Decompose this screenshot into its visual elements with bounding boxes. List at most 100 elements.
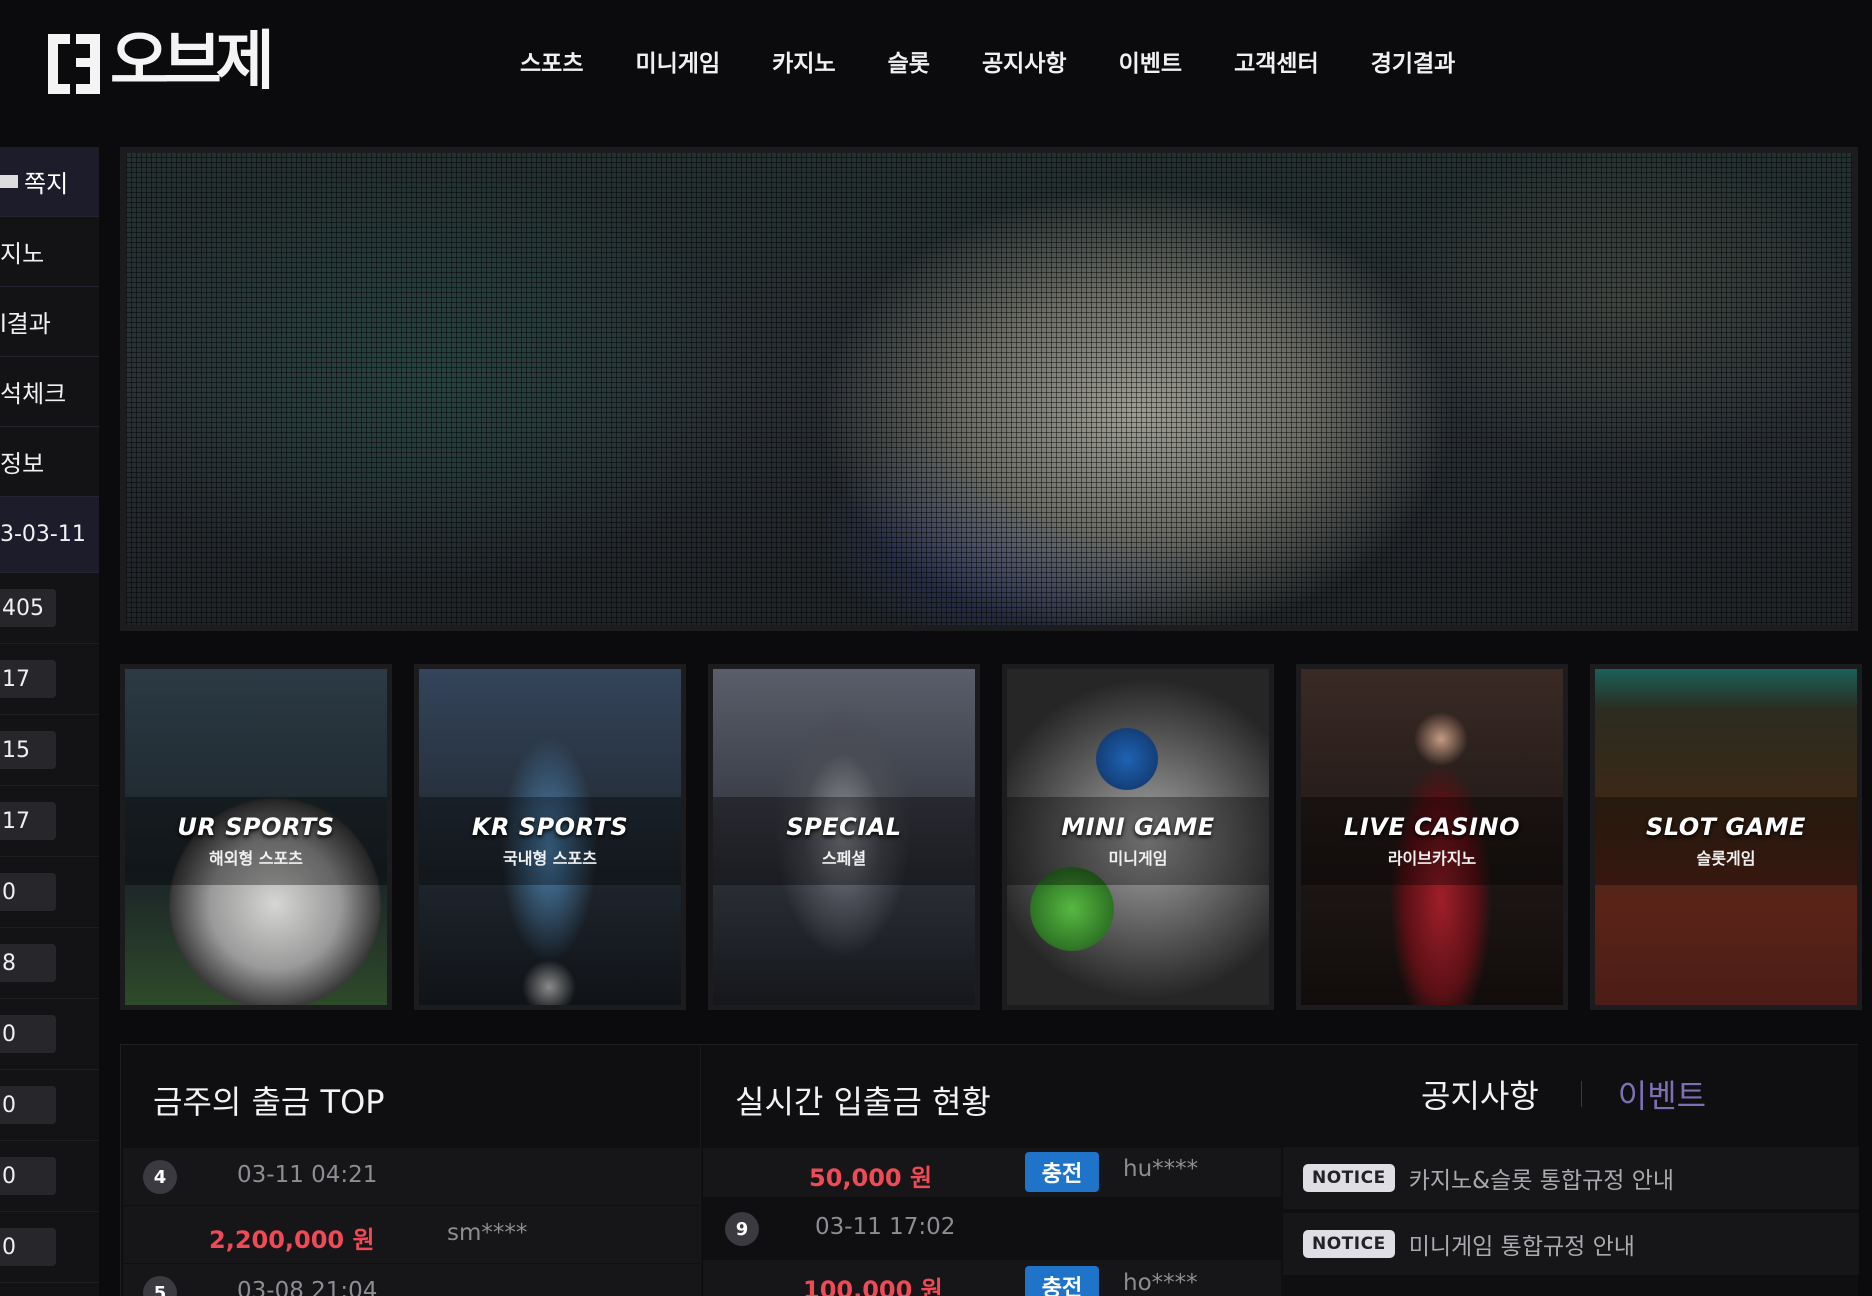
list-item: 2,200,000 원 sm**** [123, 1206, 700, 1264]
card-live-casino[interactable]: LIVE CASINO 라이브카지노 [1296, 664, 1568, 1010]
card-slot-game[interactable]: SLOT GAME 슬롯게임 [1590, 664, 1862, 1010]
notice-title: 카지노&슬롯 통합규정 안내 [1408, 1168, 1675, 1194]
card-title: SLOT GAME [1646, 813, 1806, 841]
list-item: 9 03-11 17:02 [703, 1198, 1281, 1260]
weekly-top-list: 4 03-11 04:21 2,200,000 원 sm**** 5 03-08… [123, 1148, 700, 1296]
card-subtitle: 미니게임 [1108, 849, 1168, 868]
sidebar-item-info[interactable]: 정보 [0, 427, 99, 497]
card-overseas-sports[interactable]: UR SPORTS 해외형 스포츠 [120, 664, 392, 1010]
rank-badge: 4 [143, 1160, 177, 1194]
game-cards: UR SPORTS 해외형 스포츠 KR SPORTS 국내형 스포츠 SPEC… [120, 664, 1862, 1012]
notice-badge: NOTICE [1303, 1164, 1395, 1192]
nav-slot[interactable]: 슬롯 [888, 44, 930, 78]
item-user: hu**** [1123, 1156, 1199, 1182]
card-title: UR SPORTS [177, 813, 335, 841]
count-badge: 0 [0, 1157, 56, 1195]
card-title: KR SPORTS [471, 813, 629, 841]
card-subtitle: 스페셜 [821, 849, 867, 868]
card-label-band: SPECIAL 스페셜 [713, 797, 975, 885]
site-header: 오브제 스포츠 미니게임 카지노 슬롯 공지사항 이벤트 고객센터 경기결과 [0, 0, 1872, 128]
card-subtitle: 라이브카지노 [1387, 849, 1477, 868]
card-label-band: LIVE CASINO 라이브카지노 [1301, 797, 1563, 885]
card-domestic-sports[interactable]: KR SPORTS 국내형 스포츠 [414, 664, 686, 1010]
charge-badge: 충전 [1025, 1152, 1099, 1192]
item-user: sm**** [447, 1220, 528, 1246]
hero-banner[interactable] [120, 147, 1858, 631]
card-title: MINI GAME [1061, 813, 1215, 841]
sidebar-count-row: 17 [0, 786, 99, 857]
item-time: 03-11 04:21 [237, 1162, 378, 1188]
card-label-band: KR SPORTS 국내형 스포츠 [419, 797, 681, 885]
sidebar-count-row: 0 [0, 1070, 99, 1141]
nav-notice[interactable]: 공지사항 [982, 44, 1067, 78]
sidebar-item-attendance[interactable]: 석체크 [0, 357, 99, 427]
rank-badge: 9 [725, 1212, 759, 1246]
card-subtitle: 해외형 스포츠 [209, 849, 303, 868]
nav-minigame[interactable]: 미니게임 [635, 44, 720, 78]
list-item: 50,000 원 충전 hu**** [703, 1148, 1281, 1198]
tab-notice[interactable]: 공지사항 [1421, 1071, 1539, 1117]
count-badge: 17 [0, 660, 56, 698]
envelope-icon [0, 175, 18, 188]
item-user: ho**** [1123, 1270, 1198, 1296]
sidebar-count-row: 15 [0, 715, 99, 786]
main-nav: 스포츠 미니게임 카지노 슬롯 공지사항 이벤트 고객센터 경기결과 [520, 44, 1455, 78]
weekly-top-title: 금주의 출금 TOP [153, 1083, 385, 1121]
sidebar-item-results[interactable]: l결과 [0, 287, 99, 357]
sidebar-message-label: 쪽지 [24, 170, 69, 198]
sidebar-count-row: 8 [0, 928, 99, 999]
item-time: 03-11 17:02 [815, 1214, 956, 1240]
sidebar-item-casino[interactable]: 지노 [0, 217, 99, 287]
sidebar-count-row: 0 [0, 1141, 99, 1212]
count-badge: 15 [0, 731, 56, 769]
count-badge: 8 [0, 944, 56, 982]
notice-item[interactable]: NOTICE 카지노&슬롯 통합규정 안내 [1283, 1147, 1859, 1209]
nav-event[interactable]: 이벤트 [1119, 44, 1182, 78]
count-badge: 17 [0, 802, 56, 840]
sidebar-count-row: 405 [0, 573, 99, 644]
charge-badge: 충전 [1025, 1266, 1099, 1296]
item-amount: 2,200,000 원 [209, 1226, 375, 1254]
sidebar-count-row: 0 [0, 999, 99, 1070]
list-item: 5 03-08 21:04 [123, 1264, 700, 1296]
tab-divider [1580, 1081, 1582, 1107]
card-special[interactable]: SPECIAL 스페셜 [708, 664, 980, 1010]
card-minigame[interactable]: MINI GAME 미니게임 [1002, 664, 1274, 1010]
sidebar-count-row: 0 [0, 1212, 99, 1283]
rank-badge: 5 [143, 1276, 177, 1296]
logo-text: 오브제 [110, 25, 275, 99]
count-badge: 0 [0, 1228, 56, 1266]
card-label-band: UR SPORTS 해외형 스포츠 [125, 797, 387, 885]
nav-sports[interactable]: 스포츠 [520, 44, 583, 78]
notice-title: 미니게임 통합규정 안내 [1408, 1234, 1635, 1260]
site-logo[interactable]: 오브제 [44, 24, 275, 100]
card-subtitle: 국내형 스포츠 [503, 849, 597, 868]
list-item: 100,000 원 충전 ho**** [703, 1260, 1281, 1296]
realtime-list: 50,000 원 충전 hu**** 9 03-11 17:02 100,000… [703, 1148, 1281, 1296]
nav-casino[interactable]: 카지노 [772, 44, 835, 78]
notice-item[interactable]: NOTICE 미니게임 통합규정 안내 [1283, 1213, 1859, 1275]
notice-badge: NOTICE [1303, 1230, 1395, 1258]
notice-tabs: 공지사항 이벤트 [1421, 1071, 1706, 1117]
left-sidebar: 쪽지 지노 l결과 석체크 정보 3-03-11 405 17 15 17 0 … [0, 147, 99, 1296]
card-label-band: MINI GAME 미니게임 [1007, 797, 1269, 885]
count-badge: 0 [0, 1086, 56, 1124]
count-badge: 0 [0, 873, 56, 911]
nav-support[interactable]: 고객센터 [1234, 44, 1319, 78]
list-item: 4 03-11 04:21 [123, 1148, 700, 1206]
realtime-section: 실시간 입출금 현황 50,000 원 충전 hu**** 9 03-11 17… [703, 1045, 1281, 1296]
card-title: SPECIAL [786, 813, 902, 841]
notice-section: 공지사항 이벤트 NOTICE 카지노&슬롯 통합규정 안내 NOTICE 미니… [1283, 1045, 1859, 1296]
tab-event[interactable]: 이벤트 [1618, 1071, 1706, 1117]
sidebar-message-button[interactable]: 쪽지 [0, 147, 99, 217]
sidebar-count-row: 0 [0, 857, 99, 928]
count-badge: 405 [0, 589, 56, 627]
card-label-band: SLOT GAME 슬롯게임 [1595, 797, 1857, 885]
card-title: LIVE CASINO [1344, 813, 1520, 841]
nav-results[interactable]: 경기결과 [1371, 44, 1456, 78]
item-time: 03-08 21:04 [237, 1278, 378, 1296]
sidebar-count-row: 17 [0, 644, 99, 715]
item-amount: 100,000 원 [803, 1276, 943, 1296]
info-panel: 금주의 출금 TOP 4 03-11 04:21 2,200,000 원 sm*… [120, 1044, 1859, 1296]
realtime-title: 실시간 입출금 현황 [735, 1083, 991, 1121]
